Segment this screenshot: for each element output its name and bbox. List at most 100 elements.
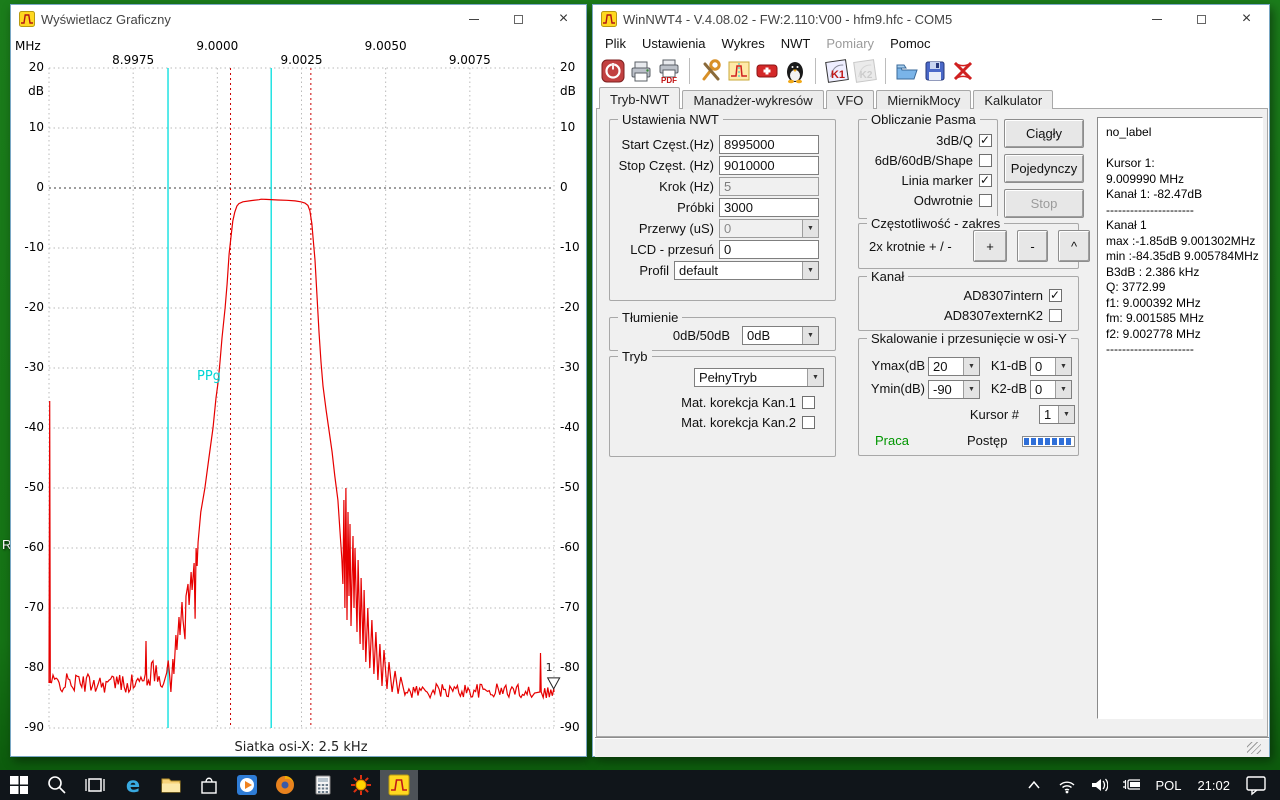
taskbar-sun-app-button[interactable] [342, 770, 380, 800]
taskbar-search-button[interactable] [38, 770, 76, 800]
power-icon[interactable] [599, 57, 627, 85]
open-file-icon[interactable] [893, 57, 921, 85]
attenuation-label: 0dB/50dB [610, 328, 742, 343]
maximize-button[interactable] [1179, 5, 1224, 33]
volume-icon[interactable] [1083, 770, 1115, 800]
print-icon[interactable] [627, 57, 655, 85]
main-window-titlebar[interactable]: WinNWT4 - V.4.08.02 - FW:2.110:V00 - hfm… [593, 5, 1269, 33]
minimize-button[interactable] [451, 5, 496, 33]
tab-vfo[interactable]: VFO [826, 90, 875, 109]
taskbar-firefox-button[interactable] [266, 770, 304, 800]
chevron-down-icon: ▼ [963, 358, 979, 375]
close-button[interactable]: × [541, 5, 586, 33]
zoom-in-button[interactable]: + [973, 230, 1007, 262]
taskbar-media-player-button[interactable] [228, 770, 266, 800]
menu-plik[interactable]: Plik [597, 34, 634, 53]
group-title: Ustawienia NWT [618, 112, 723, 127]
info-line: B3dB : 2.386 kHz [1106, 265, 1262, 281]
ymax-select[interactable]: 20▼ [928, 357, 980, 376]
6db-60db-shape-checkbox[interactable] [979, 154, 992, 167]
attenuation-select[interactable]: 0dB▼ [742, 326, 819, 345]
single-sweep-button[interactable]: Pojedynczy [1004, 154, 1084, 183]
pr-bki-input[interactable]: 3000 [719, 198, 819, 217]
maximize-button[interactable] [496, 5, 541, 33]
spectrum-plot[interactable] [11, 33, 588, 758]
menu-ustawienia[interactable]: Ustawienia [634, 34, 714, 53]
form-row: Profildefault▼ [610, 260, 835, 281]
selected-value: default [675, 262, 802, 279]
delete-curves-icon[interactable] [949, 57, 977, 85]
ad8307intern-checkbox[interactable] [1049, 289, 1062, 302]
tab-kalkulator[interactable]: Kalkulator [973, 90, 1053, 109]
cursor-marker-triangle[interactable] [548, 678, 560, 689]
k2-cal-icon[interactable]: K2 [851, 57, 879, 85]
tools-icon[interactable] [697, 57, 725, 85]
clock[interactable]: 21:02 [1189, 778, 1238, 793]
zoom-out-button[interactable]: - [1017, 230, 1048, 262]
menu-nwt[interactable]: NWT [773, 34, 819, 53]
menu-pomiary[interactable]: Pomiary [818, 34, 882, 53]
odwrotnie-label: Odwrotnie [914, 193, 973, 208]
przerwy-us-select: 0▼ [719, 219, 819, 238]
tab-miernikmocy[interactable]: MiernikMocy [876, 90, 971, 109]
chevron-down-icon: ▼ [802, 327, 818, 344]
y-tick-label-left: -20 [11, 300, 44, 314]
pdf-print-icon[interactable]: PDF [655, 57, 683, 85]
k1-select[interactable]: 0▼ [1030, 357, 1072, 376]
swiss-knife-icon[interactable] [753, 57, 781, 85]
wifi-icon[interactable] [1051, 770, 1083, 800]
linia-marker-checkbox[interactable] [979, 174, 992, 187]
info-line: fm: 9.001585 MHz [1106, 311, 1262, 327]
taskbar-task-view-button[interactable] [76, 770, 114, 800]
x-tick-label: 9.0075 [444, 53, 496, 67]
save-file-icon[interactable] [921, 57, 949, 85]
plot-window-titlebar[interactable]: Wyświetlacz Graficzny × [11, 5, 586, 33]
battery-icon[interactable] [1115, 770, 1147, 800]
3db-q-checkbox[interactable] [979, 134, 992, 147]
restore-range-button[interactable]: ^ [1058, 230, 1090, 262]
tab-manad-er-wykres-w[interactable]: Manadżer-wykresów [682, 90, 823, 109]
y-tick-label-right: -30 [560, 360, 594, 374]
resize-grip[interactable] [1247, 742, 1261, 754]
taskbar-calculator-button[interactable] [304, 770, 342, 800]
cursor-number-label: 1 [546, 661, 553, 674]
toolbar: PDF K1 K2 [593, 54, 1269, 88]
svg-text:K2: K2 [860, 70, 873, 81]
stop-cz-st-hz-input[interactable]: 9010000 [719, 156, 819, 175]
menu-wykres[interactable]: Wykres [714, 34, 773, 53]
mat-korekcja-kan-2-checkbox[interactable] [802, 416, 815, 429]
ymin-select[interactable]: -90▼ [928, 380, 980, 399]
ad8307externk2-checkbox[interactable] [1049, 309, 1062, 322]
taskbar-edge-button[interactable]: e [114, 770, 152, 800]
k1-cal-icon[interactable]: K1 [823, 57, 851, 85]
tray-chevron-icon[interactable] [1019, 770, 1051, 800]
close-button[interactable]: × [1224, 5, 1269, 33]
toolbar-separator [689, 58, 691, 84]
taskbar-explorer-button[interactable] [152, 770, 190, 800]
menu-pomoc[interactable]: Pomoc [882, 34, 938, 53]
odwrotnie-checkbox[interactable] [979, 194, 992, 207]
selected-value: 0 [720, 220, 802, 237]
plot-window-title: Wyświetlacz Graficzny [41, 12, 171, 27]
y-tick-label-right: -40 [560, 420, 594, 434]
k2-select[interactable]: 0▼ [1030, 380, 1072, 399]
continuous-sweep-button[interactable]: Ciągły [1004, 119, 1084, 148]
language-indicator[interactable]: POL [1147, 778, 1189, 793]
minimize-button[interactable] [1134, 5, 1179, 33]
stop-button[interactable]: Stop [1004, 189, 1084, 218]
start-cz-st-hz-input[interactable]: 8995000 [719, 135, 819, 154]
6db-60db-shape-label: 6dB/60dB/Shape [875, 153, 973, 168]
taskbar-start-button[interactable] [0, 770, 38, 800]
tux-icon[interactable] [781, 57, 809, 85]
action-center-icon[interactable] [1238, 770, 1274, 800]
cursor-select[interactable]: 1▼ [1039, 405, 1075, 424]
taskbar-store-button[interactable] [190, 770, 228, 800]
lcd-przesu-input[interactable]: 0 [719, 240, 819, 259]
tab-tryb-nwt[interactable]: Tryb-NWT [599, 87, 680, 109]
mode-select[interactable]: PełnyTryb▼ [694, 368, 824, 387]
sweep-window-icon[interactable] [725, 57, 753, 85]
taskbar-winnwt-button[interactable] [380, 770, 418, 800]
x-grid-footer: Siatka osi-X: 2.5 kHz [101, 740, 501, 755]
mat-korekcja-kan-1-checkbox[interactable] [802, 396, 815, 409]
profil-select[interactable]: default▼ [674, 261, 819, 280]
